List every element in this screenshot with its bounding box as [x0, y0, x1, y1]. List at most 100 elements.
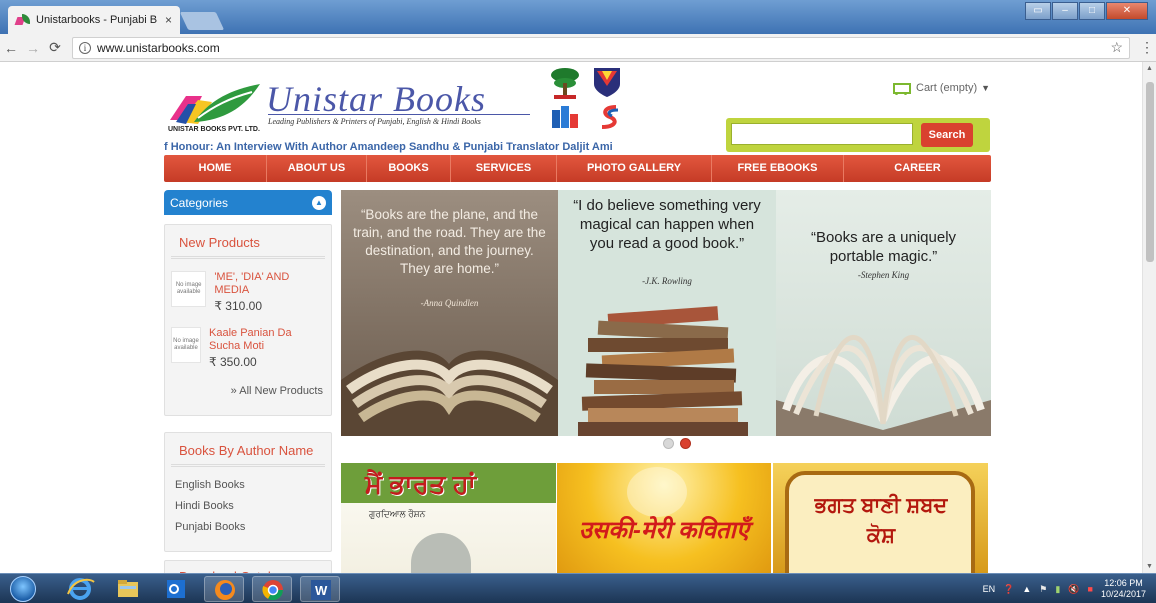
tab-title: Unistarbooks - Punjabi B	[36, 14, 158, 26]
system-clock[interactable]: 12:06 PM 10/24/2017	[1101, 578, 1146, 600]
word-icon[interactable]: W	[300, 576, 340, 602]
nav-books[interactable]: BOOKS	[367, 155, 451, 182]
caret-down-icon: ▼	[981, 83, 991, 93]
clock-date: 10/24/2017	[1100, 589, 1146, 599]
slider-dot-active[interactable]	[680, 438, 691, 449]
company-name-label: UNISTAR BOOKS PVT. LTD.	[168, 126, 260, 133]
product-price: ₹ 350.00	[209, 355, 257, 369]
browser-tab[interactable]: Unistarbooks - Punjabi B ×	[8, 6, 180, 34]
browser-toolbar: ← → ⟳ i www.unistarbooks.com ☆ ⋮	[0, 34, 1156, 62]
slider-dot[interactable]	[663, 438, 674, 449]
slide-panel: “Books are a uniquely portable magic.” -…	[776, 190, 991, 436]
book-cover[interactable]: उसकी-मेरी कविताएँ	[557, 463, 771, 573]
slide-panel: “I do believe something very magical can…	[558, 190, 776, 436]
author-link-english[interactable]: English Books	[165, 479, 331, 500]
slide-quote-text: “Books are a uniquely portable magic.”	[810, 229, 957, 265]
new-tab-button[interactable]	[179, 12, 225, 30]
browser-menu-icon[interactable]: ⋮	[1138, 39, 1156, 56]
search-bar: Search	[726, 118, 990, 152]
slide-quote-author: -Anna Quindlen	[420, 298, 479, 308]
url-text: www.unistarbooks.com	[97, 40, 220, 55]
file-explorer-icon[interactable]	[108, 576, 148, 602]
divider	[171, 256, 325, 259]
brand-underline	[268, 114, 530, 115]
quote-slider[interactable]: “Books are the plane, and the train, and…	[341, 190, 991, 436]
system-tray: EN ❓ ▲ ⚑ ▮ 🔇 ■ 12:06 PM 10/24/2017	[983, 574, 1156, 603]
show-hidden-icons-icon[interactable]: ▲	[1022, 584, 1031, 594]
product-name-link[interactable]: 'ME', 'DIA' AND MEDIA	[214, 271, 325, 297]
network-icon[interactable]: ▮	[1055, 584, 1060, 595]
chrome-icon[interactable]	[252, 576, 292, 602]
page-scrollbar[interactable]: ▲ ▼	[1142, 62, 1156, 573]
minimize-window-icon[interactable]: –	[1052, 2, 1078, 20]
author-link-punjabi[interactable]: Punjabi Books	[165, 521, 331, 542]
search-input[interactable]	[731, 123, 913, 145]
antivirus-icon[interactable]: ■	[1088, 584, 1093, 594]
nav-free-ebooks[interactable]: FREE EBOOKS	[712, 155, 844, 182]
search-button[interactable]: Search	[921, 123, 973, 147]
product-item[interactable]: No image available Kaale Panian Da Sucha…	[165, 327, 331, 369]
bookmark-star-icon[interactable]: ☆	[1110, 39, 1123, 56]
address-bar[interactable]: i www.unistarbooks.com ☆	[72, 36, 1130, 59]
shield-partner-logo-icon[interactable]	[592, 66, 622, 98]
product-item[interactable]: No image available 'ME', 'DIA' AND MEDIA…	[165, 271, 331, 313]
internet-explorer-icon[interactable]	[60, 576, 100, 602]
help-icon[interactable]: ❓	[1003, 584, 1014, 595]
tree-partner-logo-icon[interactable]	[548, 66, 582, 100]
svg-text:W: W	[315, 583, 328, 598]
scroll-down-icon[interactable]: ▼	[1146, 563, 1153, 570]
close-window-icon[interactable]: ✕	[1106, 2, 1148, 20]
nav-career[interactable]: CAREER	[844, 155, 991, 182]
divider	[171, 464, 325, 467]
categories-header[interactable]: Categories ▲	[164, 190, 332, 215]
nav-home[interactable]: HOME	[164, 155, 267, 182]
product-name-link[interactable]: Kaale Panian Da Sucha Moti	[209, 327, 325, 353]
browser-tabstrip: Unistarbooks - Punjabi B × ▭ – □ ✕	[0, 0, 1156, 34]
all-new-products-link[interactable]: » All New Products	[165, 385, 331, 397]
back-arrow-icon[interactable]: ←	[0, 40, 22, 56]
book-cover[interactable]: ਭਗਤ ਬਾਣੀ ਸ਼ਬਦ ਕੋਸ਼	[773, 463, 988, 573]
restore-window-icon[interactable]: ▭	[1025, 2, 1051, 20]
s-partner-logo-icon[interactable]	[596, 104, 624, 130]
nav-services[interactable]: SERVICES	[451, 155, 557, 182]
forward-arrow-icon[interactable]: →	[22, 40, 44, 56]
maximize-window-icon[interactable]: □	[1079, 2, 1105, 20]
open-book-illustration	[341, 350, 558, 436]
action-center-flag-icon[interactable]: ⚑	[1039, 584, 1047, 595]
books-by-author-title: Books By Author Name	[179, 443, 314, 458]
start-button-icon[interactable]	[10, 576, 36, 602]
news-ticker[interactable]: f Honour: An Interview With Author Amand…	[164, 141, 626, 153]
language-indicator[interactable]: EN	[983, 584, 996, 594]
main-navigation: HOME ABOUT US BOOKS SERVICES PHOTO GALLE…	[164, 155, 991, 182]
clock-time: 12:06 PM	[1104, 578, 1143, 588]
cover-subtitle: ਗੁਰਦਿਆਲ ਰੌਸ਼ਨ	[369, 509, 426, 519]
outlook-icon[interactable]	[156, 576, 196, 602]
reload-icon[interactable]: ⟳	[44, 39, 66, 56]
no-image-placeholder[interactable]: No image available	[171, 327, 202, 363]
nav-about-us[interactable]: ABOUT US	[267, 155, 367, 182]
window-controls: ▭ – □ ✕	[1024, 2, 1148, 20]
product-price: ₹ 310.00	[214, 299, 262, 313]
tab-close-icon[interactable]: ×	[165, 13, 172, 27]
book-partner-logo-icon[interactable]	[550, 104, 580, 130]
site-info-icon[interactable]: i	[79, 41, 91, 54]
book-stack-illustration	[578, 306, 748, 436]
firefox-icon[interactable]	[204, 576, 244, 602]
scrollbar-thumb[interactable]	[1146, 82, 1154, 262]
windows-taskbar: W EN ❓ ▲ ⚑ ▮ 🔇 ■ 12:06 PM 10/24/2017	[0, 573, 1156, 603]
cart-dropdown[interactable]: Cart (empty) ▼	[890, 81, 990, 95]
book-cover[interactable]: ਮੈਂ ਭਾਰਤ ਹਾਂ ਗੁਰਦਿਆਲ ਰੌਸ਼ਨ	[341, 463, 556, 573]
nav-photo-gallery[interactable]: PHOTO GALLERY	[557, 155, 712, 182]
new-products-box: New Products No image available 'ME', 'D…	[164, 224, 332, 416]
scroll-up-icon[interactable]: ▲	[1146, 65, 1153, 72]
author-link-hindi[interactable]: Hindi Books	[165, 500, 331, 521]
cover-title: ਮੈਂ ਭਾਰਤ ਹਾਂ	[365, 469, 477, 499]
no-image-placeholder[interactable]: No image available	[171, 271, 207, 307]
slide-quote-text: “I do believe something very magical can…	[573, 197, 761, 252]
cover-title: उसकी-मेरी कविताएँ	[578, 517, 750, 544]
volume-muted-icon[interactable]: 🔇	[1068, 584, 1079, 595]
site-favicon-icon	[16, 13, 30, 27]
books-by-author-box: Books By Author Name English Books Hindi…	[164, 432, 332, 552]
chevron-up-icon[interactable]: ▲	[312, 195, 326, 210]
unistar-logo-icon[interactable]	[168, 82, 263, 128]
